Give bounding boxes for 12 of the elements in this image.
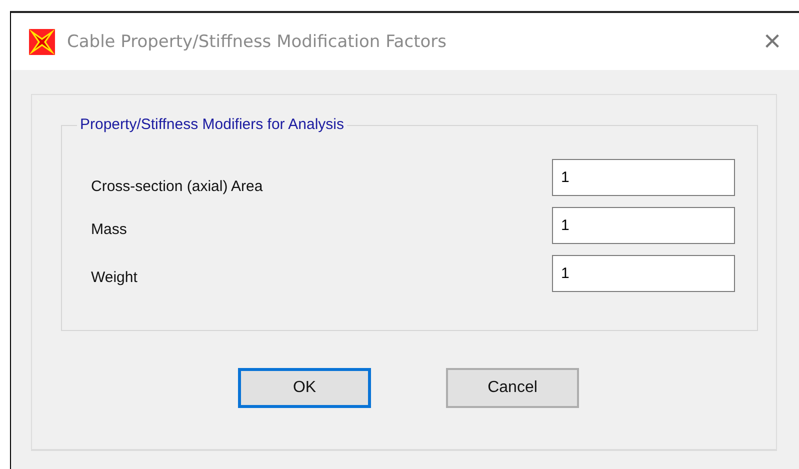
field-label: Weight [91,268,138,286]
close-button[interactable]: × [757,26,787,56]
field-label: Cross-section (axial) Area [91,178,263,194]
app-logo-icon [27,26,57,56]
group-title: Property/Stiffness Modifiers for Analysis [77,116,347,133]
input-field[interactable]: 1 [552,206,735,244]
field-label: Mass [91,220,127,238]
ok-button[interactable]: OK [238,368,371,408]
cancel-button[interactable]: Cancel [446,368,579,408]
window-title: Cable Property/Stiffness Modification Factors [67,32,448,52]
input-field[interactable]: 1 [552,254,735,292]
input-field[interactable]: 1 [552,158,735,196]
